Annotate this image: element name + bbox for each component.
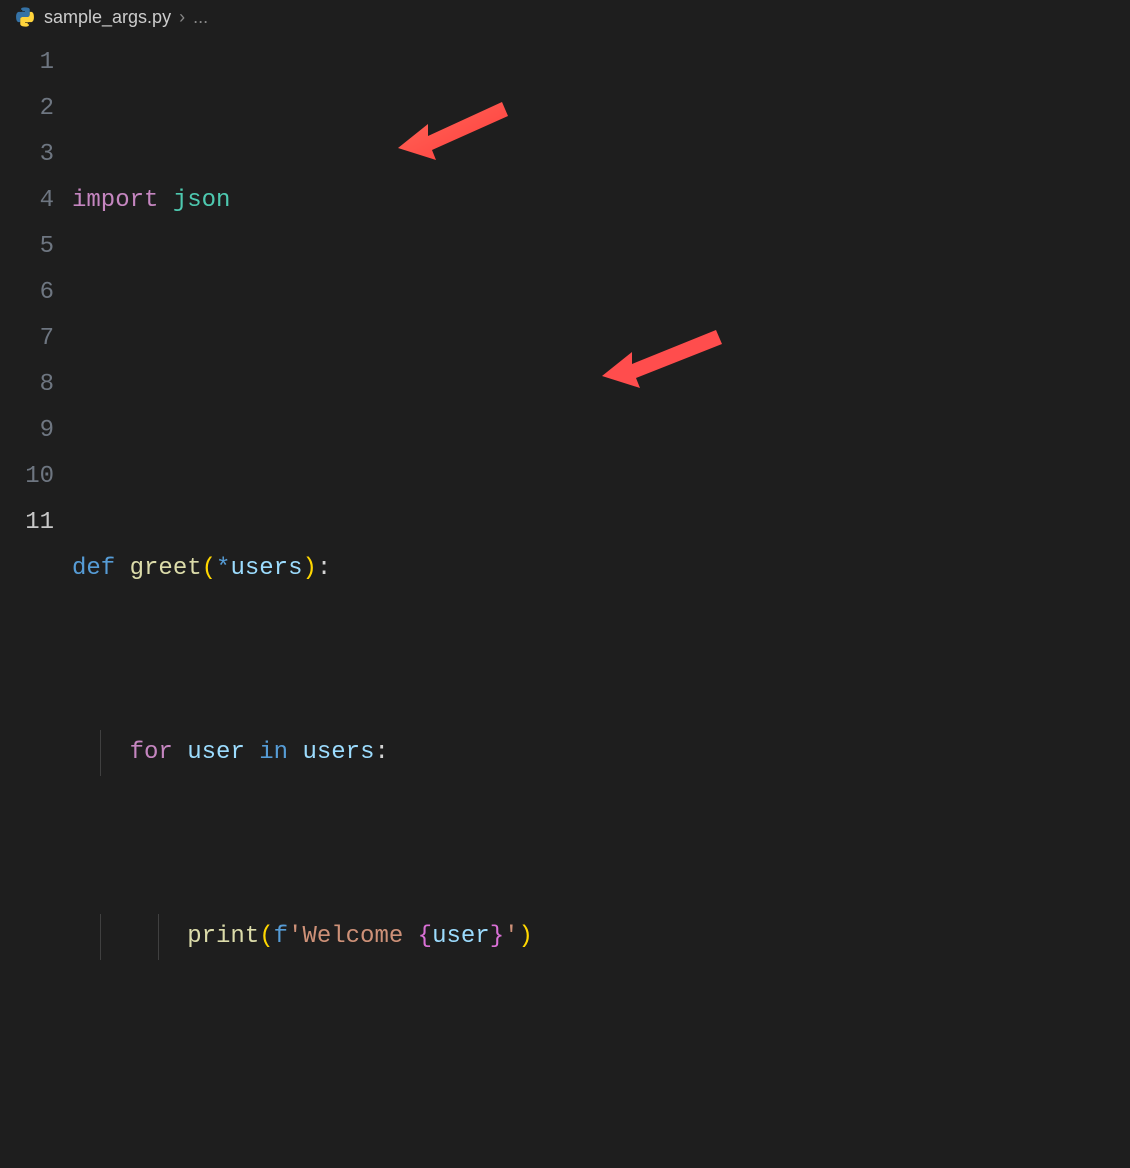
string: ' [504, 923, 518, 950]
code-editor[interactable]: 1 2 3 4 5 6 7 8 9 10 11 import json def … [0, 34, 1130, 1168]
brace-close: } [490, 923, 504, 950]
code-area[interactable]: import json def greet(*users): for user … [72, 40, 1130, 1168]
code-line[interactable]: def greet(*users): [72, 546, 1130, 592]
function-name: greet [130, 555, 202, 582]
variable: user [432, 923, 490, 950]
code-line[interactable]: for user in users: [72, 730, 1130, 776]
line-number: 7 [0, 316, 54, 362]
line-number: 5 [0, 224, 54, 270]
keyword-import: import [72, 187, 158, 214]
fstring-prefix: f [274, 923, 288, 950]
line-number: 9 [0, 408, 54, 454]
line-number: 2 [0, 86, 54, 132]
python-icon [14, 6, 36, 28]
star-operator: * [216, 555, 230, 582]
code-line[interactable]: import json [72, 178, 1130, 224]
breadcrumb-separator-icon: › [179, 7, 185, 28]
string: 'Welcome [288, 923, 418, 950]
line-number: 11 [0, 500, 54, 546]
paren-open: ( [202, 555, 216, 582]
brace-open: { [418, 923, 432, 950]
keyword-def: def [72, 555, 115, 582]
module-name: json [173, 187, 231, 214]
code-line[interactable] [72, 1098, 1130, 1144]
line-number: 10 [0, 454, 54, 500]
line-number: 3 [0, 132, 54, 178]
paren-open: ( [259, 923, 273, 950]
paren-close: ) [302, 555, 316, 582]
breadcrumb-more[interactable]: ... [193, 7, 208, 28]
breadcrumb[interactable]: sample_args.py › ... [0, 0, 1130, 34]
keyword-in: in [259, 739, 288, 766]
keyword-for: for [130, 739, 173, 766]
colon: : [317, 555, 331, 582]
breadcrumb-file[interactable]: sample_args.py [44, 7, 171, 28]
line-number-gutter: 1 2 3 4 5 6 7 8 9 10 11 [0, 40, 72, 1168]
parameter: users [230, 555, 302, 582]
variable: user [187, 739, 245, 766]
line-number: 6 [0, 270, 54, 316]
line-number: 4 [0, 178, 54, 224]
line-number: 1 [0, 40, 54, 86]
variable: users [302, 739, 374, 766]
function-call: print [187, 923, 259, 950]
colon: : [374, 739, 388, 766]
code-line[interactable] [72, 362, 1130, 408]
line-number: 8 [0, 362, 54, 408]
paren-close: ) [519, 923, 533, 950]
code-line[interactable]: print(f'Welcome {user}') [72, 914, 1130, 960]
